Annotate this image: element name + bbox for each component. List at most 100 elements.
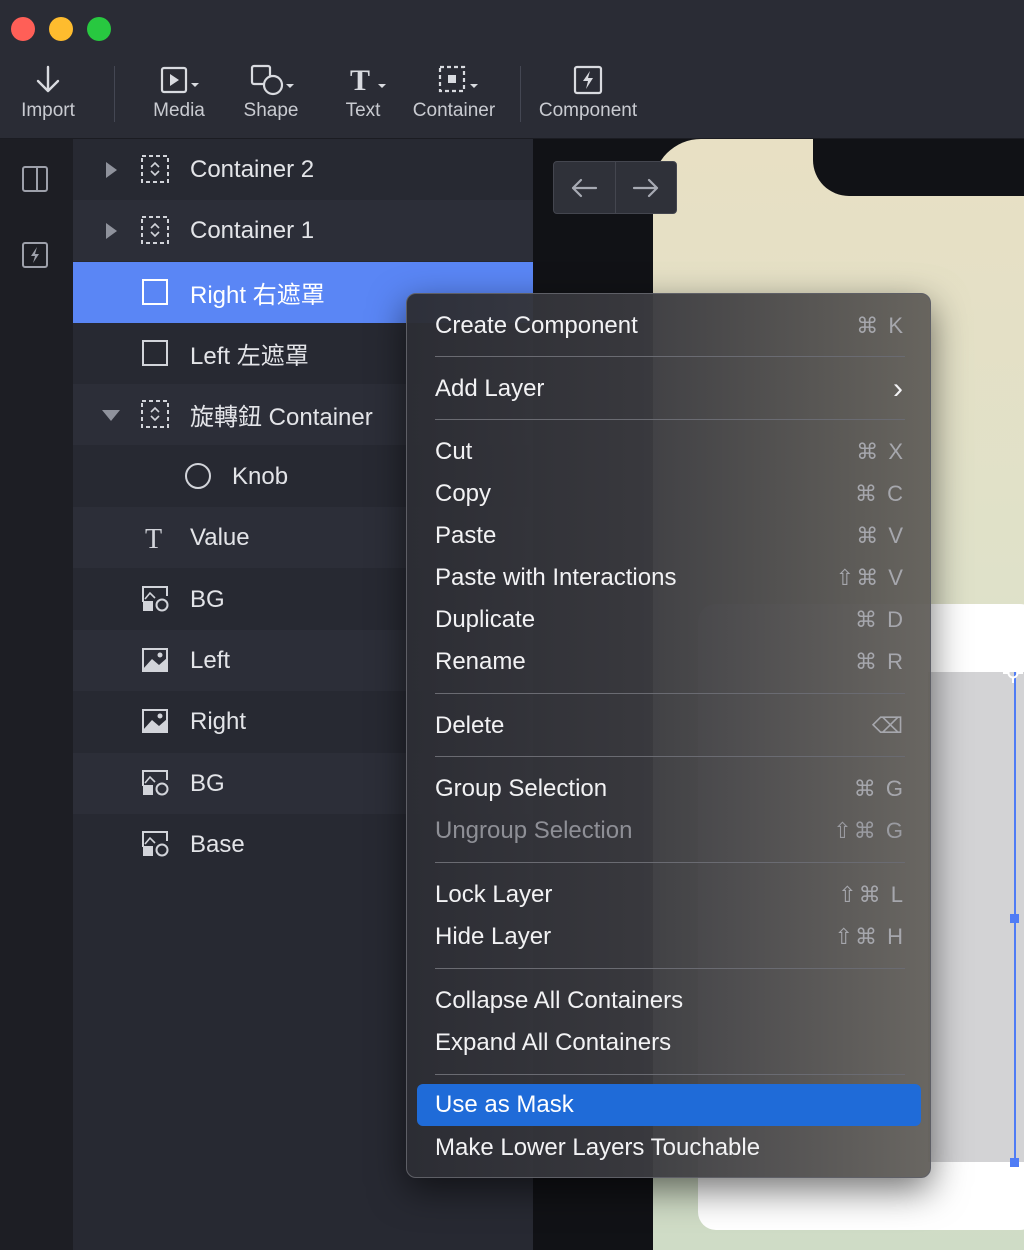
resize-handle[interactable] — [1010, 1158, 1019, 1167]
menu-item-label: Add Layer — [435, 375, 545, 402]
menu-item-shortcut: ⌘ D — [855, 607, 905, 632]
component-label: Component — [538, 100, 638, 121]
collapse-caret-icon[interactable] — [101, 405, 121, 425]
import-button[interactable]: Import — [14, 62, 82, 122]
image-shape-icon — [142, 586, 169, 612]
forward-button[interactable] — [614, 162, 676, 213]
menu-separator — [435, 419, 905, 420]
menu-item-shortcut: ⇧⌘ L — [838, 882, 905, 907]
menu-item-expand-all[interactable]: Expand All Containers — [435, 1023, 905, 1063]
menu-item-paste-with-interactions[interactable]: Paste with Interactions ⇧⌘ V — [435, 558, 905, 598]
container-icon — [141, 155, 169, 183]
menu-item-label: Rename — [435, 648, 526, 675]
expand-caret-icon[interactable] — [103, 221, 119, 241]
menu-separator — [435, 968, 905, 969]
svg-text:T: T — [350, 64, 370, 96]
image-icon — [142, 709, 168, 733]
layer-label: 旋轉鈕 Container — [190, 404, 373, 431]
window-controls — [11, 17, 111, 41]
rectangle-icon — [142, 340, 168, 366]
image-icon — [142, 648, 168, 672]
menu-item-add-layer[interactable]: Add Layer › — [435, 369, 905, 409]
menu-item-cut[interactable]: Cut ⌘ X — [435, 432, 905, 472]
minimize-window-button[interactable] — [49, 17, 73, 41]
toolbar: Import Media Shape T Text Container Comp… — [0, 0, 1024, 139]
component-button[interactable]: Component — [537, 62, 639, 122]
layer-label: BG — [190, 585, 225, 613]
layer-label: Left — [190, 646, 231, 674]
import-label: Import — [21, 100, 75, 121]
arrow-right-icon — [632, 178, 659, 197]
media-label: Media — [153, 100, 205, 121]
layer-label: Right 右遮罩 — [190, 282, 325, 309]
text-button[interactable]: T Text — [330, 62, 396, 122]
menu-item-make-lower-layers-touchable[interactable]: Make Lower Layers Touchable — [435, 1128, 905, 1168]
shape-label: Shape — [243, 100, 299, 121]
menu-item-create-component[interactable]: Create Component ⌘ K — [435, 306, 905, 346]
container-label: Container — [412, 100, 496, 121]
back-button[interactable] — [554, 162, 615, 213]
image-shape-icon — [142, 770, 169, 796]
menu-separator — [435, 862, 905, 863]
history-nav — [553, 161, 677, 214]
container-button[interactable]: Container — [412, 62, 496, 122]
component-lightning-icon — [537, 62, 639, 98]
components-panel-icon[interactable] — [20, 240, 50, 270]
layers-panel-icon[interactable] — [20, 164, 50, 194]
menu-item-collapse-all[interactable]: Collapse All Containers — [435, 981, 905, 1021]
layer-label: Base — [190, 830, 245, 858]
menu-item-label: Create Component — [435, 312, 638, 339]
text-icon: T — [145, 524, 162, 552]
menu-item-label: Lock Layer — [435, 881, 553, 908]
menu-item-label: Use as Mask — [435, 1091, 574, 1118]
shape-icon — [238, 62, 304, 98]
menu-item-group-selection[interactable]: Group Selection ⌘ G — [435, 769, 905, 809]
menu-item-paste[interactable]: Paste ⌘ V — [435, 516, 905, 556]
menu-item-rename[interactable]: Rename ⌘ R — [435, 642, 905, 682]
menu-item-copy[interactable]: Copy ⌘ C — [435, 474, 905, 514]
menu-item-shortcut: ⌘ C — [855, 481, 905, 506]
container-icon — [141, 400, 169, 428]
close-window-button[interactable] — [11, 17, 35, 41]
arrow-left-icon — [572, 178, 598, 197]
menu-item-delete[interactable]: Delete ⌫ — [435, 706, 905, 746]
layer-label: Left 左遮罩 — [190, 343, 309, 370]
text-label: Text — [345, 100, 381, 121]
zoom-window-button[interactable] — [87, 17, 111, 41]
circle-icon — [185, 463, 211, 489]
import-arrow-icon — [14, 62, 82, 98]
svg-text:T: T — [145, 524, 162, 552]
layer-label: Container 2 — [190, 155, 315, 183]
layer-label: Value — [190, 523, 250, 551]
menu-item-shortcut: ⌘ X — [856, 439, 905, 464]
menu-item-duplicate[interactable]: Duplicate ⌘ D — [435, 600, 905, 640]
layer-label: BG — [190, 769, 225, 797]
menu-item-label: Expand All Containers — [435, 1029, 672, 1056]
media-icon — [146, 62, 212, 98]
menu-item-shortcut: ⇧⌘ H — [834, 924, 905, 949]
device-notch — [813, 139, 1024, 196]
text-tool-icon: T — [330, 62, 396, 98]
shape-button[interactable]: Shape — [238, 62, 304, 122]
menu-item-label: Cut — [435, 438, 473, 465]
menu-item-shortcut: ⇧⌘ G — [833, 818, 905, 843]
menu-separator — [435, 693, 905, 694]
container-icon — [141, 216, 169, 244]
image-shape-icon — [142, 831, 169, 857]
media-button[interactable]: Media — [146, 62, 212, 122]
menu-item-label: Copy — [435, 480, 492, 507]
menu-item-label: Paste — [435, 522, 497, 549]
resize-handle[interactable] — [1010, 914, 1019, 923]
layer-row-container-2[interactable]: Container 2 — [73, 139, 533, 200]
left-rail — [0, 139, 73, 1250]
layer-label: Right — [190, 707, 247, 735]
layer-row-container-1[interactable]: Container 1 — [73, 200, 533, 261]
menu-item-lock-layer[interactable]: Lock Layer ⇧⌘ L — [435, 875, 905, 915]
menu-item-ungroup-selection: Ungroup Selection ⇧⌘ G — [435, 811, 905, 851]
menu-item-hide-layer[interactable]: Hide Layer ⇧⌘ H — [435, 917, 905, 957]
menu-item-use-as-mask[interactable]: Use as Mask — [435, 1085, 905, 1125]
menu-item-shortcut: ⌘ R — [855, 649, 905, 674]
menu-separator — [435, 1074, 905, 1075]
anchor-point-icon[interactable] — [1003, 663, 1023, 683]
expand-caret-icon[interactable] — [103, 160, 119, 180]
